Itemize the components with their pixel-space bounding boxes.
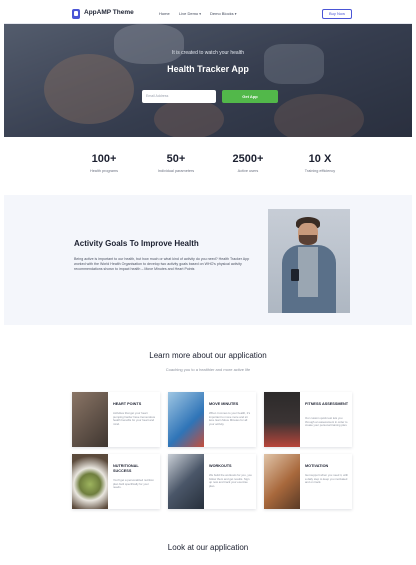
nav-item-label: Home — [159, 11, 170, 16]
page-frame: AppAMP Theme Home Live Demo ▾ Demo Block… — [4, 4, 412, 561]
motivation-photo — [264, 454, 300, 509]
stat-item: 10 X Training efficiency — [280, 153, 360, 173]
email-input[interactable]: Email Address — [142, 90, 216, 103]
phone-app-icon[interactable] — [72, 9, 80, 19]
card-title: MOTIVATION — [305, 464, 329, 468]
activity-section: Activity Goals To Improve Health Being a… — [4, 195, 412, 325]
card-title: HEART POINTS — [113, 402, 142, 406]
chevron-down-icon: ▾ — [234, 12, 237, 16]
stat-label: Training efficiency — [304, 169, 336, 173]
photo-shape — [299, 235, 317, 245]
learn-title: Learn more about our application — [149, 351, 267, 360]
look-title: Look at our application — [167, 543, 249, 552]
brand-name[interactable]: AppAMP Theme — [84, 9, 134, 16]
feature-card-nutritional-success[interactable]: NUTRITIONAL SUCCESS You'll get a persona… — [72, 454, 160, 509]
card-text: Our custom quick test lets you through a… — [305, 416, 348, 428]
learn-subtitle: Coaching you to a healthier and more act… — [165, 367, 251, 372]
activity-title: Activity Goals To Improve Health — [74, 239, 199, 248]
nav-item-label: Live Demo — [179, 11, 199, 16]
feature-card-move-minutes[interactable]: MOVE MINUTES When it comes to your healt… — [168, 392, 256, 447]
man-with-phone-photo — [268, 209, 350, 313]
hero-section: It is created to watch your health Healt… — [4, 24, 412, 137]
feature-card-heart-points[interactable]: HEART POINTS Activities that get your he… — [72, 392, 160, 447]
stat-value: 10 X — [308, 153, 332, 165]
nav-item-label: Demo Blocks — [210, 11, 234, 16]
card-text: Activities that get your heart pumping h… — [113, 411, 155, 426]
stat-value: 2500+ — [232, 153, 264, 165]
learn-section: Learn more about our application Coachin… — [4, 325, 412, 561]
stat-item: 50+ Individual parameters — [136, 153, 216, 173]
chevron-down-icon: ▾ — [199, 12, 202, 16]
activity-text: Being active is important to our health,… — [74, 257, 250, 271]
fitness-assessment-photo — [264, 392, 300, 447]
card-text: We build the workouts for you, you follo… — [209, 473, 252, 488]
card-title: NUTRITIONAL SUCCESS — [113, 464, 139, 473]
get-app-button[interactable]: Get App — [222, 90, 278, 103]
heart-points-photo — [72, 392, 108, 447]
feature-card-workouts[interactable]: WORKOUTS We build the workouts for you, … — [168, 454, 256, 509]
nav-item-live-demo[interactable]: Live Demo ▾ — [179, 11, 201, 16]
card-title: FITNESS ASSESSMENT — [305, 402, 349, 406]
stat-item: 100+ Health programs — [64, 153, 144, 173]
card-text: You'll get a personalized nutrition plan… — [113, 478, 154, 490]
stat-item: 2500+ Active users — [208, 153, 288, 173]
buy-now-button[interactable]: Buy Now — [322, 9, 352, 19]
move-minutes-photo — [168, 392, 204, 447]
photo-shape — [291, 269, 299, 281]
stat-value: 100+ — [91, 153, 117, 165]
stat-label: Individual parameters — [157, 169, 195, 173]
stat-label: Health programs — [89, 169, 119, 173]
navbar: AppAMP Theme Home Live Demo ▾ Demo Block… — [4, 4, 412, 24]
card-title: WORKOUTS — [209, 464, 232, 468]
card-text: Get support when you need it, with a dai… — [305, 473, 349, 485]
feature-card-fitness-assessment[interactable]: FITNESS ASSESSMENT Our custom quick test… — [264, 392, 352, 447]
card-text: When it comes to your health, it's impor… — [209, 411, 251, 426]
stat-value: 50+ — [166, 153, 186, 165]
nav-item-demo-blocks[interactable]: Demo Blocks ▾ — [210, 11, 236, 16]
photo-shape — [298, 247, 318, 297]
hero-subtitle: It is created to watch your health — [172, 50, 244, 56]
nutritional-success-photo — [72, 454, 108, 509]
feature-card-motivation[interactable]: MOTIVATION Get support when you need it,… — [264, 454, 352, 509]
hero-title: Health Tracker App — [167, 64, 249, 74]
workouts-photo — [168, 454, 204, 509]
stats-section: 100+ Health programs 50+ Individual para… — [4, 137, 412, 195]
hero-overlay — [4, 24, 412, 137]
card-title: MOVE MINUTES — [209, 402, 239, 406]
stat-label: Active users — [237, 169, 259, 173]
nav-item-home[interactable]: Home — [159, 11, 170, 16]
